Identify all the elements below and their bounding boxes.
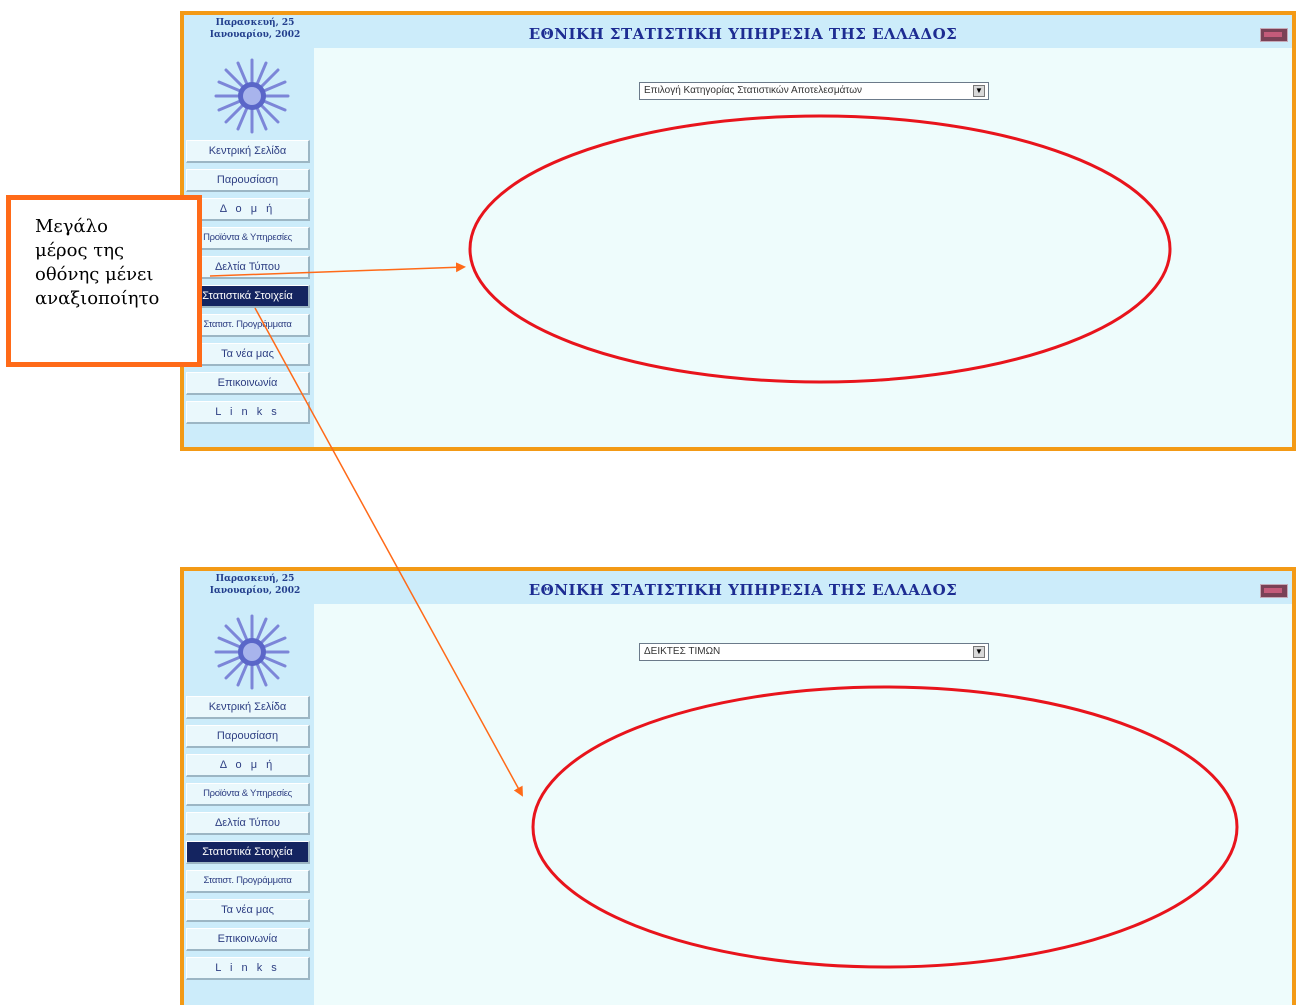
sun-logo-icon [214,58,290,134]
flag-icon[interactable] [1260,28,1288,42]
nav-menu: Κεντρική Σελίδα Παρουσίαση Δ ο μ ή Προϊό… [186,140,310,430]
nav-item-press[interactable]: Δελτία Τύπου [186,812,310,835]
nav-item-statistics[interactable]: Στατιστικά Στοιχεία [186,285,310,308]
nav-item-links[interactable]: L i n k s [186,957,310,980]
nav-item-structure[interactable]: Δ ο μ ή [186,198,310,221]
site-title: ΕΘΝΙΚΗ ΣΤΑΤΙΣΤΙΚΗ ΥΠΗΡΕΣΙΑ ΤΗΣ ΕΛΛΑΔΟΣ [528,25,958,43]
category-select[interactable]: Επιλογή Κατηγορίας Στατιστικών Αποτελεσμ… [639,82,989,100]
screenshot-panel-1: Παρασκευή, 25 Ιανουαρίου, 2002 ΕΘΝΙΚΗ ΣΤ… [180,11,1296,451]
nav-item-statistics[interactable]: Στατιστικά Στοιχεία [186,841,310,864]
flag-icon[interactable] [1260,584,1288,598]
nav-item-home[interactable]: Κεντρική Σελίδα [186,140,310,163]
nav-item-contact[interactable]: Επικοινωνία [186,372,310,395]
nav-item-contact[interactable]: Επικοινωνία [186,928,310,951]
nav-item-products[interactable]: Προϊόντα & Υπηρεσίες [186,783,310,806]
sidebar: Κεντρική Σελίδα Παρουσίαση Δ ο μ ή Προϊό… [184,604,314,1005]
category-select-value: ΔΕΙΚΤΕΣ ΤΙΜΩΝ [644,646,721,657]
nav-item-presentation[interactable]: Παρουσίαση [186,169,310,192]
nav-item-products[interactable]: Προϊόντα & Υπηρεσίες [186,227,310,250]
header-bar: Παρασκευή, 25 Ιανουαρίου, 2002 ΕΘΝΙΚΗ ΣΤ… [184,571,1292,604]
nav-item-press[interactable]: Δελτία Τύπου [186,256,310,279]
annotation-callout: Μεγάλο μέρος της οθόνης μένει αναξιοποίη… [6,195,202,367]
header-bar: Παρασκευή, 25 Ιανουαρίου, 2002 ΕΘΝΙΚΗ ΣΤ… [184,15,1292,48]
nav-item-programs[interactable]: Στατιστ. Προγράμματα [186,870,310,893]
sidebar: Κεντρική Σελίδα Παρουσίαση Δ ο μ ή Προϊό… [184,48,314,447]
nav-item-home[interactable]: Κεντρική Σελίδα [186,696,310,719]
site-title: ΕΘΝΙΚΗ ΣΤΑΤΙΣΤΙΚΗ ΥΠΗΡΕΣΙΑ ΤΗΣ ΕΛΛΑΔΟΣ [528,581,958,599]
dropdown-arrow-icon[interactable]: ▼ [973,85,985,97]
screenshot-panel-2: Παρασκευή, 25 Ιανουαρίου, 2002 ΕΘΝΙΚΗ ΣΤ… [180,567,1296,1005]
nav-item-news[interactable]: Τα νέα μας [186,899,310,922]
category-select-value: Επιλογή Κατηγορίας Στατιστικών Αποτελεσμ… [644,85,862,96]
nav-item-structure[interactable]: Δ ο μ ή [186,754,310,777]
dropdown-arrow-icon[interactable]: ▼ [973,646,985,658]
category-select[interactable]: ΔΕΙΚΤΕΣ ΤΙΜΩΝ ▼ [639,643,989,661]
nav-item-programs[interactable]: Στατιστ. Προγράμματα [186,314,310,337]
nav-item-presentation[interactable]: Παρουσίαση [186,725,310,748]
sun-logo-icon [214,614,290,690]
nav-item-links[interactable]: L i n k s [186,401,310,424]
nav-menu: Κεντρική Σελίδα Παρουσίαση Δ ο μ ή Προϊό… [186,696,310,986]
nav-item-news[interactable]: Τα νέα μας [186,343,310,366]
